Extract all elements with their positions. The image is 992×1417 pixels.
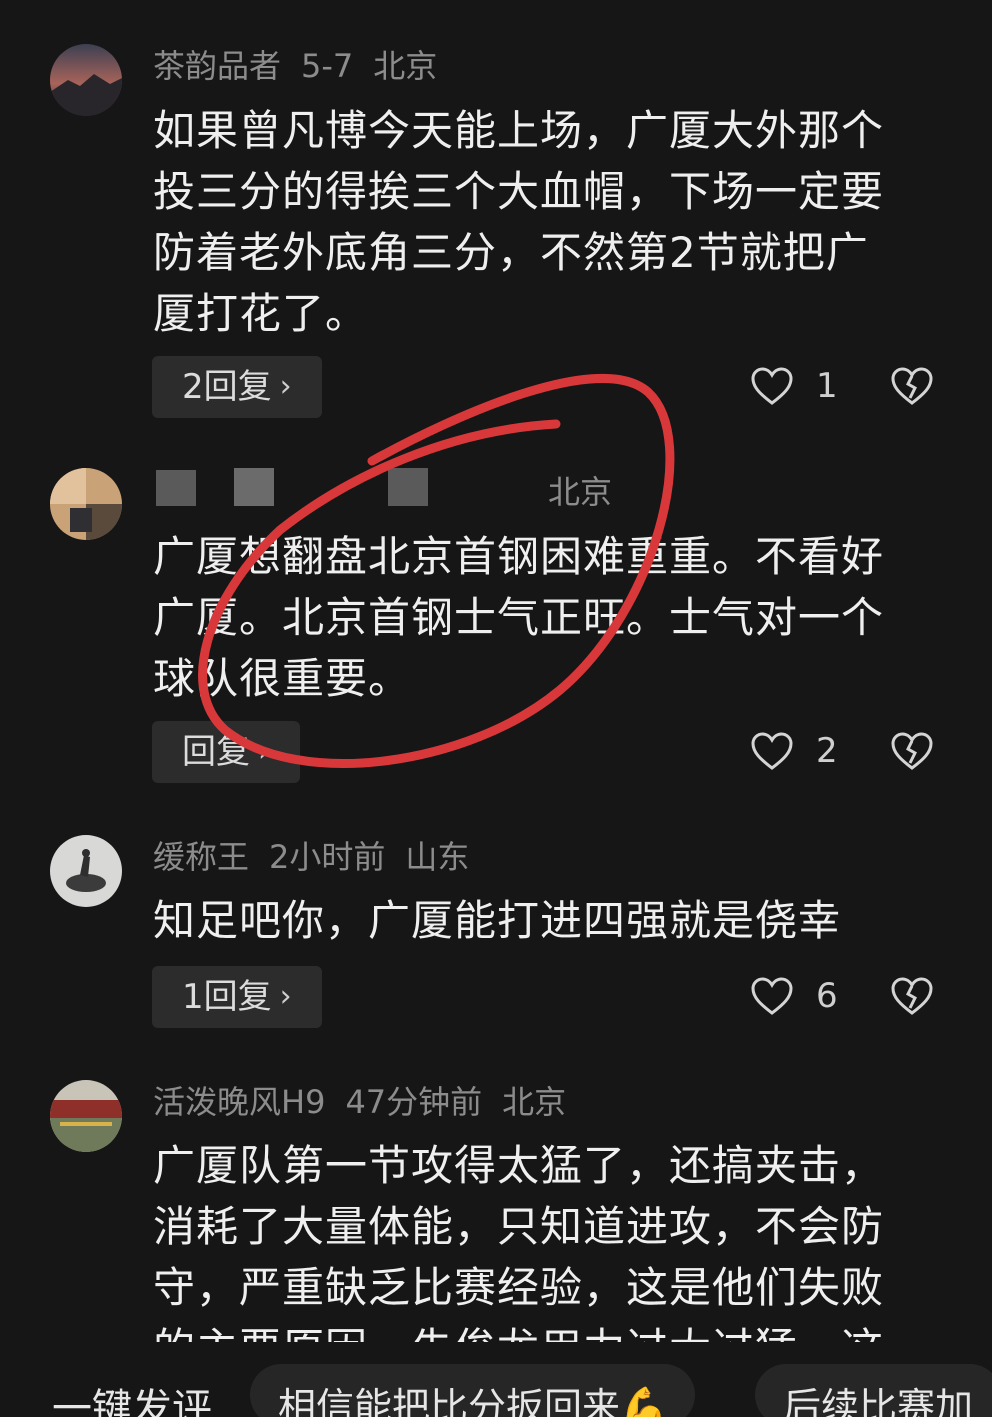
- timestamp-mosaic: [388, 468, 428, 506]
- heart-outline-icon: [751, 732, 793, 770]
- username[interactable]: 茶韵品者: [153, 47, 281, 85]
- username[interactable]: 活泼晚风H9: [153, 1083, 325, 1121]
- comment-text: 知足吧你，广厦能打进四强就是侥幸: [153, 896, 842, 945]
- like-button[interactable]: 6: [750, 976, 838, 1016]
- quick-comment-chip[interactable]: 相信能把比分扳回来💪: [250, 1364, 696, 1417]
- heart-outline-icon: [751, 367, 793, 405]
- like-button[interactable]: 1: [750, 366, 838, 406]
- quick-comment-chip[interactable]: 后续比赛加: [755, 1364, 992, 1417]
- dislike-button[interactable]: [890, 366, 934, 410]
- comment-meta: 北京: [508, 472, 632, 512]
- comment-page: 茶韵品者 5-7 北京 如果曾凡博今天能上场，广厦大外那个 投三分的得挨三个大血帽，…: [0, 0, 992, 1417]
- chevron-right-icon: ›: [279, 369, 292, 404]
- like-button[interactable]: 2: [750, 731, 838, 771]
- broken-heart-icon: [891, 977, 933, 1015]
- avatar[interactable]: [50, 1080, 122, 1152]
- view-replies-button[interactable]: 1回复 ›: [152, 966, 322, 1028]
- broken-heart-icon: [891, 732, 933, 770]
- like-count: 2: [816, 731, 838, 771]
- like-count: 1: [816, 366, 838, 406]
- avatar[interactable]: [50, 44, 122, 116]
- comment-meta: 缓称王 2小时前 山东: [153, 837, 489, 877]
- username[interactable]: 缓称王: [153, 838, 249, 876]
- location: 北京: [502, 1083, 567, 1121]
- location: 山东: [405, 838, 470, 876]
- reply-label: 2回复: [182, 367, 272, 407]
- username-mosaic: [156, 470, 196, 506]
- timestamp: 47分钟前: [345, 1083, 483, 1121]
- quick-comment-label[interactable]: 一键发评: [52, 1376, 212, 1417]
- broken-heart-icon: [891, 367, 933, 405]
- avatar[interactable]: [50, 835, 122, 907]
- reply-label: 1回复: [182, 977, 272, 1017]
- dislike-button[interactable]: [890, 731, 934, 775]
- comment-meta: 茶韵品者 5-7 北京: [153, 46, 457, 86]
- location: 北京: [548, 473, 613, 511]
- comment-text: 广厦队第一节攻得太猛了，还搞夹击， 消耗了大量体能，只知道进攻，不会防 守，严重…: [153, 1141, 885, 1342]
- location: 北京: [373, 47, 438, 85]
- quick-comment-bar: 一键发评 相信能把比分扳回来💪 后续比赛加: [0, 1358, 992, 1417]
- reply-label: 回复: [182, 732, 250, 772]
- reply-button[interactable]: 回复 ›: [152, 721, 300, 783]
- dislike-button[interactable]: [890, 976, 934, 1020]
- username-mosaic: [234, 468, 274, 506]
- heart-outline-icon: [751, 977, 793, 1015]
- timestamp: 5-7: [301, 47, 354, 85]
- chevron-right-icon: ›: [279, 979, 292, 1014]
- comment-text: 广厦想翻盘北京首钢困难重重。不看好 广厦。北京首钢士气正旺。士气对一个 球队很重…: [153, 532, 885, 703]
- timestamp: 2小时前: [269, 838, 386, 876]
- chevron-right-icon: ›: [258, 734, 270, 769]
- comment-meta: 活泼晚风H9 47分钟前 北京: [153, 1082, 586, 1122]
- view-replies-button[interactable]: 2回复 ›: [152, 356, 322, 418]
- avatar[interactable]: [50, 468, 122, 540]
- comment-list: 茶韵品者 5-7 北京 如果曾凡博今天能上场，广厦大外那个 投三分的得挨三个大血帽，…: [0, 0, 992, 1342]
- comment-text: 如果曾凡博今天能上场，广厦大外那个 投三分的得挨三个大血帽，下场一定要 防着老外…: [153, 106, 885, 338]
- like-count: 6: [816, 976, 838, 1016]
